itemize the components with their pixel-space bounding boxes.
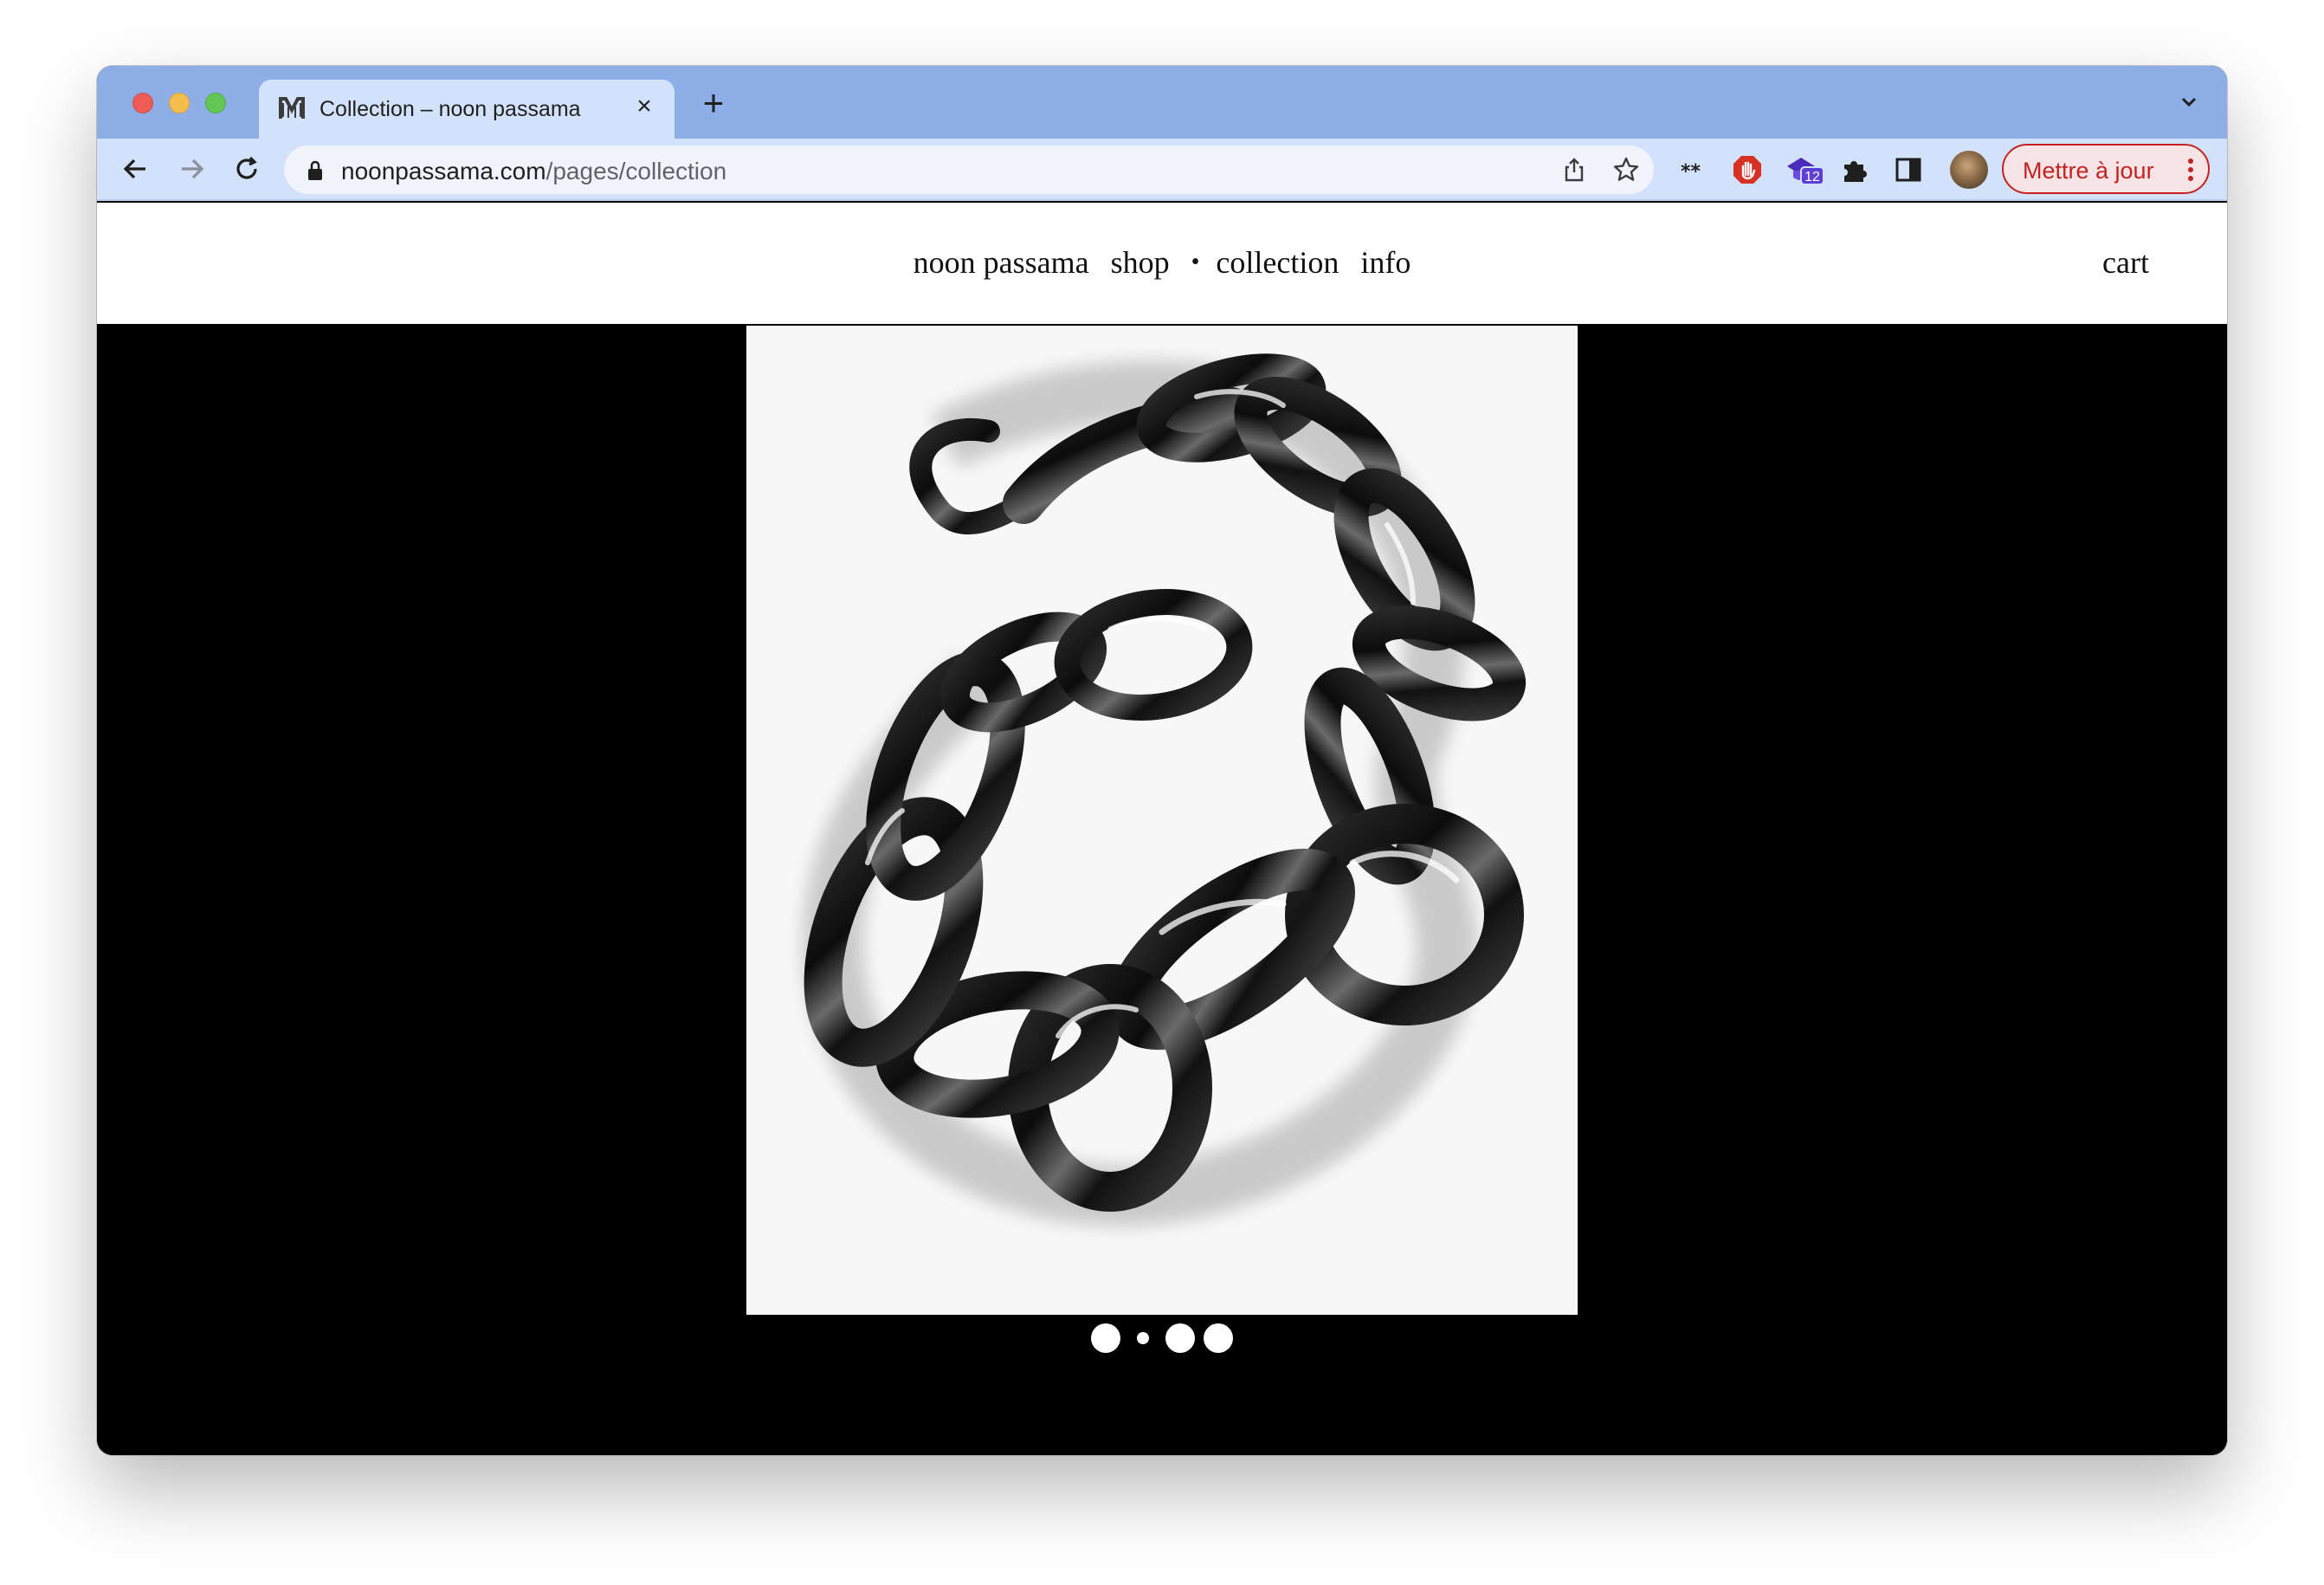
zoom-window-button[interactable] xyxy=(205,93,226,113)
profile-avatar[interactable] xyxy=(1950,151,1988,189)
gallery-stage xyxy=(97,324,2227,1455)
tab-title: Collection – noon passama xyxy=(320,97,581,121)
adblock-hand-icon[interactable] xyxy=(1732,154,1763,185)
extension-badge: 12 xyxy=(1800,166,1824,185)
close-tab-icon[interactable]: × xyxy=(629,92,659,121)
carousel-dots xyxy=(97,1323,2227,1358)
kebab-menu-icon[interactable] xyxy=(2187,158,2194,182)
url-host: noonpassama.com xyxy=(341,158,546,184)
url-path: /pages/collection xyxy=(545,158,727,184)
address-bar[interactable]: noonpassama.com/pages/collection xyxy=(284,146,1654,194)
carousel-dot-2-active[interactable] xyxy=(1137,1332,1149,1344)
chevron-down-icon[interactable] xyxy=(2177,90,2201,114)
puzzle-extensions-icon[interactable] xyxy=(1839,154,1870,185)
noon-passama-logo-icon xyxy=(279,97,305,119)
bookmark-star-icon[interactable] xyxy=(1612,156,1640,184)
close-window-button[interactable] xyxy=(132,93,153,113)
nav-shop-link[interactable]: shop xyxy=(1111,244,1170,281)
product-image[interactable] xyxy=(746,326,1578,1315)
update-button-label: Mettre à jour xyxy=(2023,158,2154,184)
carousel-dot-4[interactable] xyxy=(1204,1323,1233,1353)
side-panel-icon[interactable] xyxy=(1893,154,1924,185)
nav-collection-link[interactable]: collection xyxy=(1216,244,1339,281)
brand-link[interactable]: noon passama xyxy=(913,244,1089,281)
svg-text:**: ** xyxy=(1681,161,1701,183)
chain-bracelet-image xyxy=(802,353,1527,1226)
browser-toolbar: noonpassama.com/pages/collection ** 12 xyxy=(97,139,2227,201)
browser-window: Collection – noon passama × + noonpassam… xyxy=(97,66,2227,1455)
url-text[interactable]: noonpassama.com/pages/collection xyxy=(341,158,726,185)
carousel-dot-3[interactable] xyxy=(1165,1323,1195,1353)
nav-info-link[interactable]: info xyxy=(1360,244,1411,281)
active-nav-bullet: • xyxy=(1191,249,1200,275)
share-icon[interactable] xyxy=(1560,156,1588,184)
reload-icon[interactable] xyxy=(227,149,267,189)
cart-link[interactable]: cart xyxy=(2102,244,2149,281)
forward-arrow-icon[interactable] xyxy=(171,149,211,189)
site-nav: noon passama shop • collection info xyxy=(97,244,2227,281)
carousel-dot-1[interactable] xyxy=(1091,1323,1120,1353)
tab-collection[interactable]: Collection – noon passama × xyxy=(259,80,675,139)
back-arrow-icon[interactable] xyxy=(116,149,156,189)
site-header: noon passama shop • collection info cart xyxy=(97,203,2227,324)
minimize-window-button[interactable] xyxy=(169,93,190,113)
new-tab-button[interactable]: + xyxy=(696,85,731,121)
tab-strip: Collection – noon passama × + xyxy=(97,66,2227,139)
lock-icon[interactable] xyxy=(305,159,326,182)
update-chrome-button[interactable]: Mettre à jour xyxy=(2002,144,2210,194)
extension-asterisks-icon[interactable]: ** xyxy=(1678,154,1709,185)
